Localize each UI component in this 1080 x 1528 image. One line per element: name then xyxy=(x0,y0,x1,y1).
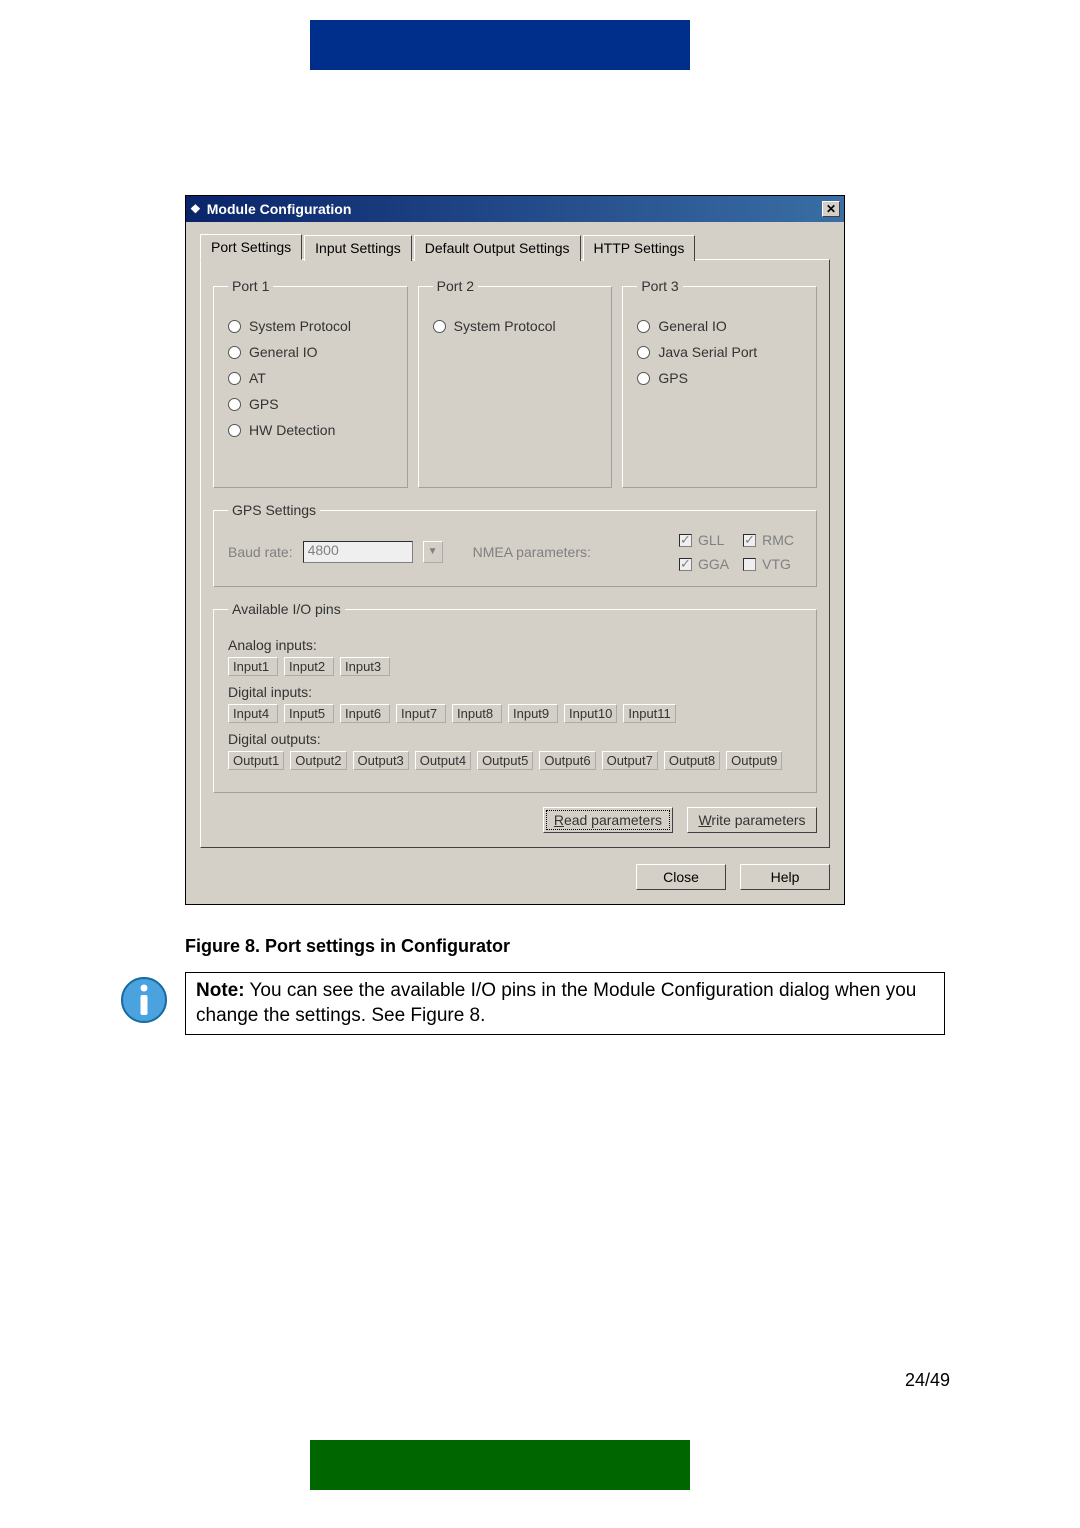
help-button[interactable]: Help xyxy=(740,864,830,890)
pin-input10[interactable]: Input10 xyxy=(564,704,617,723)
digital-outputs-label: Digital outputs: xyxy=(228,731,804,747)
pin-input5[interactable]: Input5 xyxy=(284,704,334,723)
port1-legend: Port 1 xyxy=(228,278,273,294)
port1-group: Port 1 System Protocol General IO AT GPS… xyxy=(213,278,408,488)
digital-inputs-label: Digital inputs: xyxy=(228,684,804,700)
port3-gps[interactable]: GPS xyxy=(637,370,804,386)
titlebar-text: Module Configuration xyxy=(207,201,352,217)
tab-default-output-settings[interactable]: Default Output Settings xyxy=(414,235,581,261)
tabpanel-port-settings: Port 1 System Protocol General IO AT GPS… xyxy=(200,259,830,848)
pin-input1[interactable]: Input1 xyxy=(228,657,278,676)
pin-input8[interactable]: Input8 xyxy=(452,704,502,723)
tab-input-settings[interactable]: Input Settings xyxy=(304,235,412,261)
digital-inputs-row: Input4 Input5 Input6 Input7 Input8 Input… xyxy=(228,704,804,723)
port3-legend: Port 3 xyxy=(637,278,682,294)
chevron-down-icon[interactable]: ▼ xyxy=(423,541,443,563)
module-configuration-dialog: ❖ Module Configuration ✕ Port Settings I… xyxy=(185,195,845,905)
note-text: Note: You can see the available I/O pins… xyxy=(196,979,934,1028)
analog-inputs-row: Input1 Input2 Input3 xyxy=(228,657,804,676)
port1-system-protocol[interactable]: System Protocol xyxy=(228,318,395,334)
read-parameters-button[interactable]: Read parameters xyxy=(543,807,673,833)
port3-group: Port 3 General IO Java Serial Port GPS xyxy=(622,278,817,488)
pin-output6[interactable]: Output6 xyxy=(539,751,595,770)
pin-input7[interactable]: Input7 xyxy=(396,704,446,723)
pin-output7[interactable]: Output7 xyxy=(602,751,658,770)
pin-output2[interactable]: Output2 xyxy=(290,751,346,770)
nmea-label: NMEA parameters: xyxy=(473,544,591,560)
tabs: Port Settings Input Settings Default Out… xyxy=(200,234,830,260)
info-icon xyxy=(120,976,168,1024)
gps-legend: GPS Settings xyxy=(228,502,320,518)
io-legend: Available I/O pins xyxy=(228,601,345,617)
gps-settings-group: GPS Settings Baud rate: 4800 ▼ NMEA para… xyxy=(213,502,817,587)
checkbox-gga[interactable]: GGA xyxy=(679,556,729,572)
write-parameters-button[interactable]: Write parameters xyxy=(687,807,817,833)
pin-input11[interactable]: Input11 xyxy=(623,704,675,723)
titlebar: ❖ Module Configuration ✕ xyxy=(186,196,844,222)
pin-output4[interactable]: Output4 xyxy=(415,751,471,770)
checkbox-vtg[interactable]: VTG xyxy=(743,556,794,572)
figure-caption: Figure 8. Port settings in Configurator xyxy=(185,936,510,957)
port1-gps[interactable]: GPS xyxy=(228,396,395,412)
digital-outputs-row: Output1 Output2 Output3 Output4 Output5 … xyxy=(228,751,804,770)
tab-http-settings[interactable]: HTTP Settings xyxy=(583,235,696,261)
port2-legend: Port 2 xyxy=(433,278,478,294)
available-io-pins-group: Available I/O pins Analog inputs: Input1… xyxy=(213,601,817,793)
port1-at[interactable]: AT xyxy=(228,370,395,386)
pin-output1[interactable]: Output1 xyxy=(228,751,284,770)
pin-input4[interactable]: Input4 xyxy=(228,704,278,723)
checkbox-gll[interactable]: GLL xyxy=(679,532,729,548)
port2-system-protocol[interactable]: System Protocol xyxy=(433,318,600,334)
pin-input6[interactable]: Input6 xyxy=(340,704,390,723)
pin-output9[interactable]: Output9 xyxy=(726,751,782,770)
analog-inputs-label: Analog inputs: xyxy=(228,637,804,653)
baud-rate-label: Baud rate: xyxy=(228,544,293,560)
port3-general-io[interactable]: General IO xyxy=(637,318,804,334)
port1-general-io[interactable]: General IO xyxy=(228,344,395,360)
port1-hw-detection[interactable]: HW Detection xyxy=(228,422,395,438)
pin-input3[interactable]: Input3 xyxy=(340,657,390,676)
page-number: 24/49 xyxy=(905,1370,950,1391)
baud-rate-select[interactable]: 4800 xyxy=(303,541,413,563)
port3-java-serial-port[interactable]: Java Serial Port xyxy=(637,344,804,360)
app-icon: ❖ xyxy=(190,202,201,216)
header-redaction-bar xyxy=(310,20,690,70)
close-button[interactable]: Close xyxy=(636,864,726,890)
pin-output8[interactable]: Output8 xyxy=(664,751,720,770)
pin-input9[interactable]: Input9 xyxy=(508,704,558,723)
note-box: Note: You can see the available I/O pins… xyxy=(185,972,945,1035)
port2-group: Port 2 System Protocol xyxy=(418,278,613,488)
footer-redaction-bar xyxy=(310,1440,690,1490)
pin-output3[interactable]: Output3 xyxy=(353,751,409,770)
checkbox-rmc[interactable]: RMC xyxy=(743,532,794,548)
pin-output5[interactable]: Output5 xyxy=(477,751,533,770)
close-icon[interactable]: ✕ xyxy=(822,201,840,217)
pin-input2[interactable]: Input2 xyxy=(284,657,334,676)
tab-port-settings[interactable]: Port Settings xyxy=(200,234,302,260)
